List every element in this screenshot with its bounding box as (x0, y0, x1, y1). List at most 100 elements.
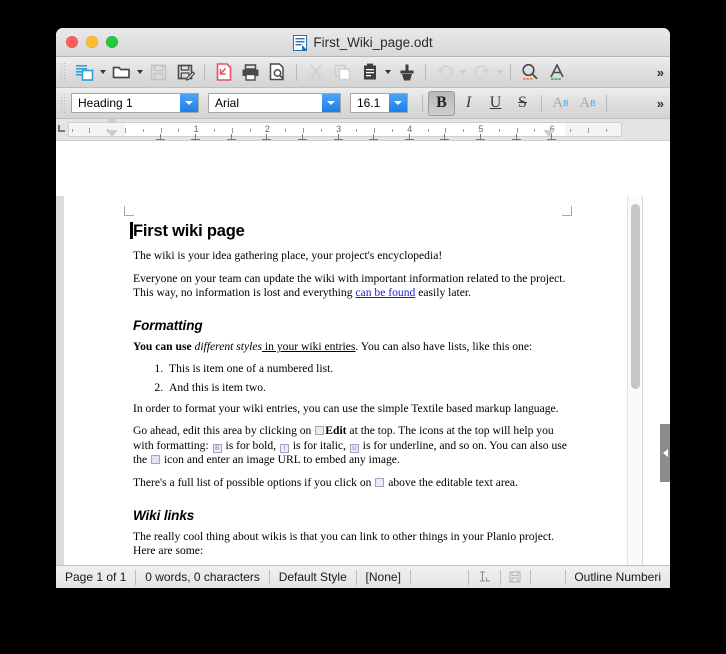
copy-button[interactable] (329, 60, 356, 85)
unsaved-changes-icon (509, 571, 521, 583)
heading-formatting: Formatting (133, 317, 203, 333)
heading-first-wiki-page: First wiki page (130, 222, 575, 241)
paste-dropdown[interactable] (383, 60, 393, 85)
ruler-tab-stop[interactable] (155, 134, 165, 141)
new-document-button[interactable] (71, 60, 98, 85)
ruler-tab-stop[interactable] (369, 134, 379, 141)
chevron-down-icon[interactable] (180, 94, 198, 112)
font-size-value: 16.1 (357, 96, 381, 110)
ruler-number: 5 (478, 124, 484, 134)
text-d: is for italic, (289, 438, 349, 452)
status-word-count[interactable]: 0 words, 0 characters (136, 570, 269, 585)
status-insert-mode[interactable] (469, 570, 500, 585)
ruler-tick (214, 129, 215, 132)
strikethrough-button[interactable]: S (509, 91, 536, 116)
ruler-tab-stop[interactable] (298, 134, 307, 141)
copy-icon (334, 64, 351, 80)
right-indent-marker[interactable] (543, 130, 555, 137)
status-language[interactable]: [None] (357, 570, 410, 585)
spelling-button[interactable] (543, 60, 570, 85)
horizontal-ruler[interactable]: 123456 (68, 122, 622, 137)
italic-button[interactable]: I (455, 91, 482, 116)
subscript-button[interactable]: AB (574, 91, 601, 116)
numbered-list: This is item one of a numbered list. And… (166, 362, 575, 395)
paragraph-style-combobox[interactable]: Heading 1 (71, 93, 199, 113)
toolbar-separator (510, 63, 511, 81)
chevron-down-icon[interactable] (322, 94, 340, 112)
open-document-button[interactable] (108, 60, 135, 85)
text-a: Go ahead, edit this area by clicking on (133, 424, 315, 438)
vertical-scrollbar[interactable] (627, 196, 642, 565)
status-divider (409, 569, 411, 585)
undo-dropdown[interactable] (458, 60, 468, 85)
font-size-combobox[interactable]: 16.1 (350, 93, 408, 113)
text-b: above the editable text area. (385, 475, 518, 489)
text-f: icon and enter an image URL to embed any… (161, 453, 400, 467)
save-as-button[interactable] (172, 60, 199, 85)
scissors-icon (308, 64, 323, 81)
bold-button[interactable]: B (428, 90, 455, 116)
ruler-tab-stop[interactable] (440, 134, 450, 141)
undo-button[interactable] (431, 60, 458, 85)
superscript-button[interactable]: AB (547, 91, 574, 116)
chevron-down-icon[interactable] (389, 94, 407, 112)
print-preview-button[interactable] (264, 60, 291, 85)
status-page-count[interactable]: Page 1 of 1 (56, 570, 135, 585)
ruler-tab-stop[interactable] (404, 134, 414, 141)
ruler-tab-stop[interactable] (191, 134, 201, 141)
ruler-number: 2 (264, 124, 270, 134)
italic-i-icon: I (465, 94, 472, 111)
cut-button[interactable] (302, 60, 329, 85)
status-outline-numbering[interactable]: Outline Numberi (565, 570, 670, 585)
text-a: There's a full list of possible options … (133, 475, 375, 489)
document-content[interactable]: First wiki page The wiki is your idea ga… (130, 222, 575, 565)
status-save-state[interactable] (500, 570, 530, 585)
ruler-tick (160, 128, 162, 133)
tab-stop-selector[interactable] (58, 125, 65, 132)
ruler-tab-stop[interactable] (511, 134, 521, 141)
window-title: First_Wiki_page.odt (313, 35, 433, 50)
formatting-toolbar-overflow[interactable]: » (657, 88, 664, 119)
toolbar-separator (204, 63, 205, 81)
clone-formatting-button[interactable] (393, 60, 420, 85)
print-button[interactable] (237, 60, 264, 85)
vertical-scrollbar-thumb[interactable] (631, 204, 640, 389)
ruler-tab-stop[interactable] (262, 134, 272, 141)
underline-u-icon: U (489, 94, 502, 111)
sidebar-collapse-handle[interactable] (660, 424, 670, 482)
redo-button[interactable] (468, 60, 495, 85)
status-bar: Page 1 of 1 0 words, 0 characters Defaul… (56, 565, 670, 588)
document-page[interactable]: First wiki page The wiki is your idea ga… (64, 196, 642, 565)
export-pdf-button[interactable] (210, 60, 237, 85)
paragraph-go-ahead: Go ahead, edit this area by clicking on … (133, 424, 575, 468)
left-indent-marker[interactable] (106, 130, 118, 137)
toolbar-separator (541, 94, 542, 112)
redo-dropdown[interactable] (495, 60, 505, 85)
ruler-tick (374, 128, 376, 133)
underline-button[interactable]: U (482, 91, 509, 116)
find-replace-button[interactable] (516, 60, 543, 85)
paste-button[interactable] (356, 60, 383, 85)
save-button[interactable] (145, 60, 172, 85)
toolbar-grip[interactable] (60, 93, 67, 113)
ruler-tab-stop[interactable] (476, 134, 485, 141)
open-document-dropdown[interactable] (135, 60, 145, 85)
ruler-tick (89, 128, 91, 133)
window-title-group: First_Wiki_page.odt (56, 28, 670, 57)
ruler-tab-stop[interactable] (547, 134, 557, 141)
ruler-tab-stop[interactable] (226, 134, 236, 141)
first-line-indent-marker[interactable] (106, 116, 118, 123)
subscript-icon: A (579, 94, 591, 111)
document-scroll-area[interactable]: First wiki page The wiki is your idea ga… (56, 196, 670, 565)
paragraph-style-value: Heading 1 (78, 96, 133, 110)
collapse-sidebar-arrow-icon (662, 449, 668, 457)
link-can-be-found[interactable]: can be found (355, 286, 415, 299)
new-document-dropdown[interactable] (98, 60, 108, 85)
font-name-value: Arial (215, 96, 240, 110)
text-edit-bold: Edit (325, 424, 347, 438)
ruler-tab-stop[interactable] (333, 134, 343, 141)
toolbar-grip[interactable] (60, 62, 67, 82)
standard-toolbar-overflow[interactable]: » (657, 57, 664, 88)
font-name-combobox[interactable]: Arial (208, 93, 341, 113)
status-page-style[interactable]: Default Style (270, 570, 356, 585)
